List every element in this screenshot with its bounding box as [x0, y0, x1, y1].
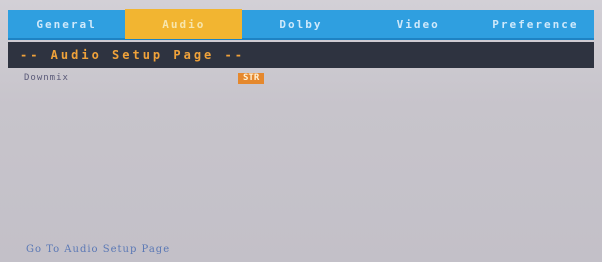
- page-header: -- Audio Setup Page --: [8, 42, 594, 68]
- setting-row-downmix[interactable]: Downmix STR: [8, 70, 594, 86]
- audio-setup-screen: General Audio Dolby Video Preference -- …: [0, 0, 602, 262]
- tab-video[interactable]: Video: [360, 9, 477, 39]
- page-title: -- Audio Setup Page --: [20, 48, 245, 62]
- footer-hint: Go To Audio Setup Page: [26, 243, 171, 255]
- setting-value[interactable]: STR: [238, 72, 265, 84]
- tab-preference[interactable]: Preference: [477, 9, 594, 39]
- status-footer: Go To Audio Setup Page: [8, 240, 594, 258]
- menu-tab-bar: General Audio Dolby Video Preference: [8, 9, 594, 40]
- tab-dolby[interactable]: Dolby: [242, 9, 359, 39]
- tab-audio[interactable]: Audio: [125, 9, 243, 39]
- setting-label: Downmix: [24, 73, 69, 83]
- tab-general[interactable]: General: [8, 9, 125, 39]
